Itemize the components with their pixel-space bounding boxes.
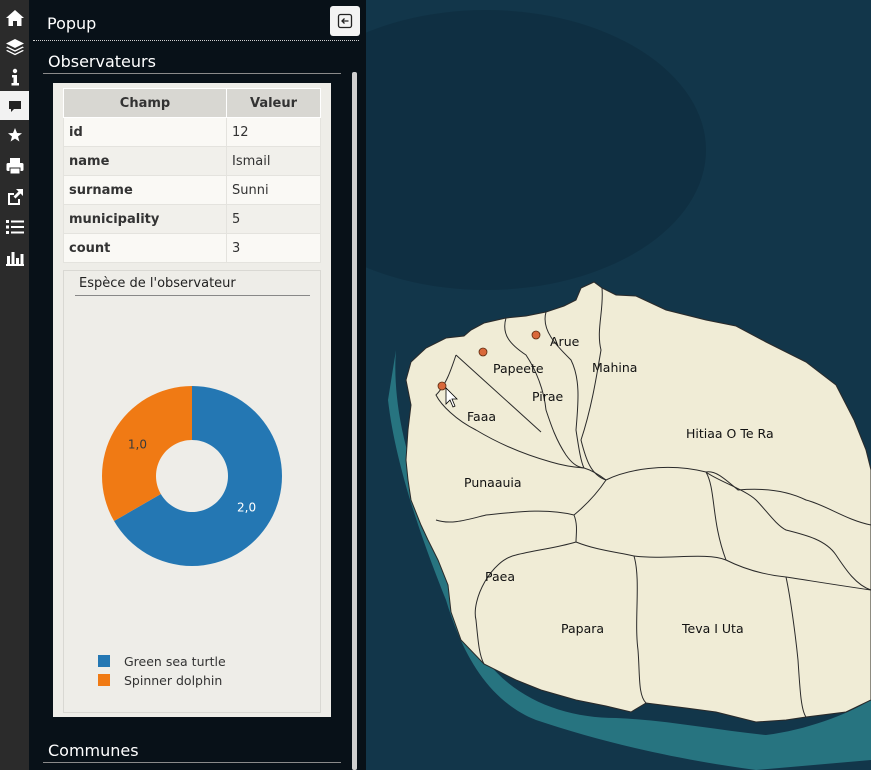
popup-icon bbox=[8, 100, 21, 112]
print-icon bbox=[6, 157, 23, 174]
list-button[interactable] bbox=[0, 212, 29, 241]
observation-point[interactable] bbox=[437, 381, 447, 391]
map-label-hitiaa-o-te-ra: Hitiaa O Te Ra bbox=[686, 426, 774, 441]
map-label-faaa: Faaa bbox=[467, 409, 496, 424]
map-label-punaauia: Punaauia bbox=[464, 475, 522, 490]
field-name: surname bbox=[63, 175, 227, 205]
popup-button[interactable] bbox=[0, 91, 29, 120]
column-header-field: Champ bbox=[63, 88, 227, 118]
field-name: municipality bbox=[63, 204, 227, 234]
field-value: 3 bbox=[226, 233, 321, 263]
field-name: count bbox=[63, 233, 227, 263]
legend-item: Green sea turtle bbox=[98, 653, 226, 669]
share-icon bbox=[7, 188, 23, 205]
legend-swatch bbox=[98, 655, 110, 667]
donut-slice-spinner-dolphin[interactable] bbox=[101, 386, 192, 521]
map-label-pirae: Pirae bbox=[532, 389, 564, 404]
donut-data-label: 1,0 bbox=[128, 438, 147, 452]
map-label-mahina: Mahina bbox=[592, 360, 637, 375]
layers-icon bbox=[5, 38, 24, 55]
table-row: municipality 5 bbox=[63, 204, 321, 234]
legend-item: Spinner dolphin bbox=[98, 672, 222, 688]
field-value: Sunni bbox=[226, 175, 321, 205]
table-row: id 12 bbox=[63, 117, 321, 147]
table-row: surname Sunni bbox=[63, 175, 321, 205]
arrow-left-box-icon bbox=[337, 13, 353, 29]
panel-scrollbar[interactable] bbox=[352, 72, 357, 770]
legend-label: Spinner dolphin bbox=[124, 672, 223, 688]
table-row: count 3 bbox=[63, 233, 321, 263]
legend-swatch bbox=[98, 674, 110, 686]
map-label-papeete: Papeete bbox=[493, 361, 544, 376]
observation-point[interactable] bbox=[478, 347, 488, 357]
home-button[interactable] bbox=[0, 3, 29, 32]
observer-card: Champ Valeur id 12 name Ismail surname S… bbox=[53, 83, 331, 717]
home-icon bbox=[5, 9, 24, 26]
collapse-panel-button[interactable] bbox=[330, 6, 360, 36]
popup-title: Popup bbox=[47, 14, 97, 33]
map-label-paea: Paea bbox=[485, 569, 515, 584]
attribute-table: Champ Valeur id 12 name Ismail surname S… bbox=[63, 88, 321, 263]
field-value: Ismail bbox=[226, 146, 321, 176]
table-header-row: Champ Valeur bbox=[63, 88, 321, 118]
field-name: name bbox=[63, 146, 227, 176]
field-value: 5 bbox=[226, 204, 321, 234]
map-label-teva-i-uta: Teva I Uta bbox=[681, 621, 744, 636]
legend-label: Green sea turtle bbox=[124, 653, 226, 669]
list-icon bbox=[5, 219, 24, 234]
chart-button[interactable] bbox=[0, 242, 29, 271]
map-label-arue: Arue bbox=[550, 334, 580, 349]
field-name: id bbox=[63, 117, 227, 147]
popup-panel: Popup Observateurs Champ Valeur id 12 na… bbox=[29, 0, 366, 770]
species-donut-chart: 2,0 1,0 bbox=[101, 386, 282, 566]
bookmark-icon bbox=[7, 127, 22, 141]
bookmarks-button[interactable] bbox=[0, 120, 29, 149]
table-row: name Ismail bbox=[63, 146, 321, 176]
share-button[interactable] bbox=[0, 182, 29, 211]
toolbar bbox=[0, 0, 29, 770]
species-chart-box: Espèce de l'observateur 2,0 1,0 Green sea… bbox=[63, 270, 321, 713]
observers-section-title: Observateurs bbox=[48, 52, 156, 71]
observation-point[interactable] bbox=[531, 330, 541, 340]
observers-section-divider bbox=[43, 73, 341, 74]
layers-button[interactable] bbox=[0, 32, 29, 61]
donut-data-label: 2,0 bbox=[237, 501, 256, 515]
field-value: 12 bbox=[226, 117, 321, 147]
print-button[interactable] bbox=[0, 151, 29, 180]
map-label-papara: Papara bbox=[561, 621, 604, 636]
chart-icon bbox=[5, 251, 24, 266]
map-view[interactable]: Arue Papeete Mahina Pirae Faaa Hitiaa O … bbox=[366, 0, 871, 770]
info-icon bbox=[11, 68, 19, 85]
info-button[interactable] bbox=[0, 62, 29, 91]
popup-separator bbox=[33, 40, 359, 41]
communes-section-divider bbox=[43, 762, 341, 763]
communes-section-title: Communes bbox=[48, 741, 139, 760]
column-header-value: Valeur bbox=[226, 88, 321, 118]
